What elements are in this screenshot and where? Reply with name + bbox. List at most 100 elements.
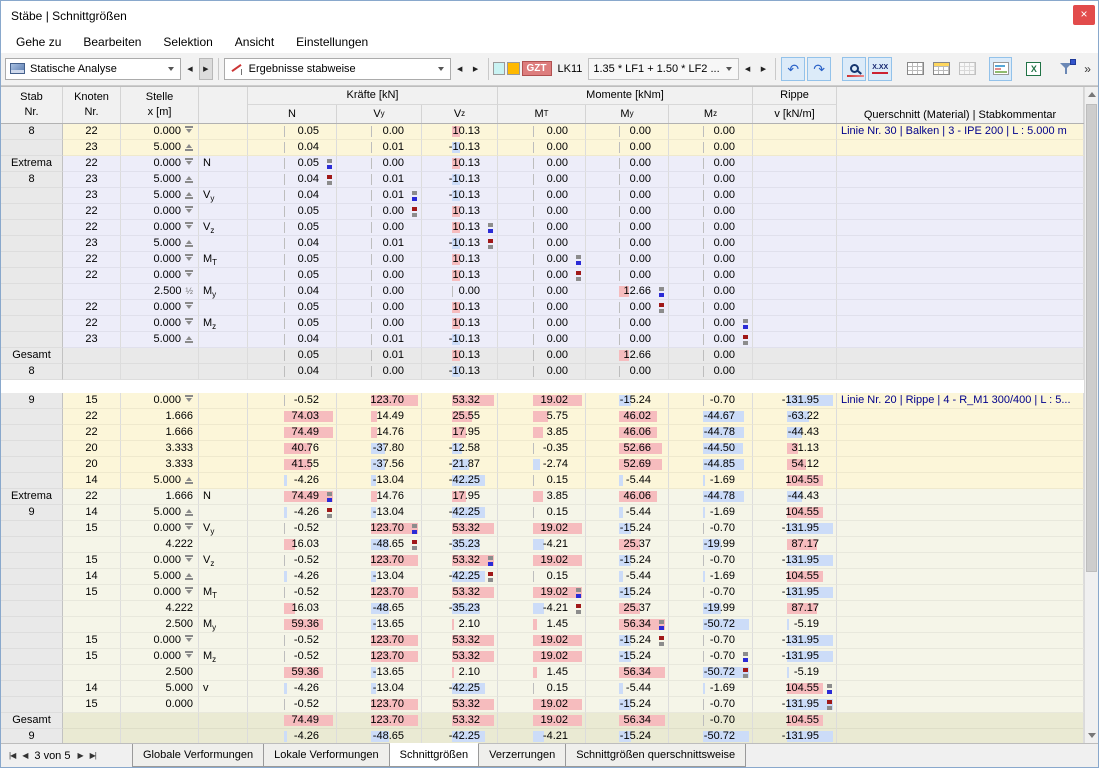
- table-row[interactable]: 22 1.666 74.49 14.76 17.95 3.85 46.06 -44.78 -44…: [1, 424, 1084, 441]
- x-start-mark: [185, 522, 193, 532]
- value-cell: 0.00: [498, 187, 586, 204]
- last-table-button[interactable]: ▶|: [90, 751, 97, 760]
- menu-einstellungen[interactable]: Einstellungen: [285, 33, 379, 51]
- jump-forward-button[interactable]: ↷: [807, 56, 832, 81]
- table-row[interactable]: 14 5.000 v -4.26 -13.04 -42.25 0.15 -5.44 -1.69 1…: [1, 680, 1084, 697]
- knoten-cell: 22: [63, 315, 121, 332]
- vertical-scrollbar[interactable]: [1084, 86, 1098, 743]
- table-row[interactable]: 22 0.000 0.05 0.00 10.13 0.00 0.00 0.00: [1, 299, 1084, 316]
- table-row[interactable]: 15 0.000 Mz -0.52 123.70 53.32 19.02 -15.24 -0.7…: [1, 648, 1084, 665]
- table-row[interactable]: 4.222 16.03 -48.65 -35.23 -4.21 25.37 -19.99 87…: [1, 536, 1084, 553]
- menu-selektion[interactable]: Selektion: [152, 33, 223, 51]
- jump-back-button[interactable]: ↶: [781, 56, 806, 81]
- results-next-button[interactable]: ▶: [468, 57, 483, 80]
- value-cell: -35.23: [422, 600, 498, 617]
- stelle-cell: 5.000: [121, 187, 199, 204]
- result-diagram-button[interactable]: [842, 56, 867, 81]
- table-row[interactable]: 23 5.000 0.04 0.01 -10.13 0.00 0.00 0.00: [1, 331, 1084, 348]
- table-row[interactable]: 20 3.333 41.55 -37.56 -21.87 -2.74 52.69 -44.85…: [1, 456, 1084, 473]
- table-row[interactable]: 23 5.000 Vy 0.04 0.01 -10.13 0.00 0.00 0.00: [1, 187, 1084, 204]
- table-view-button[interactable]: [903, 57, 927, 81]
- table-row[interactable]: 23 5.000 0.04 0.01 -10.13 0.00 0.00 0.00: [1, 139, 1084, 156]
- comment-cell: [837, 616, 1084, 633]
- table-row[interactable]: 8 0.04 0.00 -10.13 0.00 0.00 0.00: [1, 363, 1084, 380]
- table-row[interactable]: 22 0.000 Mz 0.05 0.00 10.13 0.00 0.00 0.00: [1, 315, 1084, 332]
- table-filter-button[interactable]: [929, 57, 953, 81]
- table-row[interactable]: 15 0.000 -0.52 123.70 53.32 19.02 -15.24 -0.70-…: [1, 696, 1084, 713]
- table-row[interactable]: 15 0.000 Vy -0.52 123.70 53.32 19.02 -15.24 -0.7…: [1, 520, 1084, 537]
- table-row[interactable]: 14 5.000 -4.26 -13.04 -42.25 0.15 -5.44 -1.69 10…: [1, 472, 1084, 489]
- table-row[interactable]: 2.500 My 59.36 -13.65 2.10 1.45 56.34 -50.72 -5.…: [1, 616, 1084, 633]
- extreme-type-cell: N: [199, 488, 248, 505]
- load-next-button[interactable]: ▶: [756, 57, 771, 80]
- table-row[interactable]: 22 0.000 0.05 0.00 10.13 0.00 0.00 0.00: [1, 203, 1084, 220]
- value-cell: 0.00: [669, 363, 753, 380]
- value-cell: 10.13: [422, 299, 498, 316]
- tab-lokale-verformungen[interactable]: Lokale Verformungen: [263, 744, 390, 767]
- prev-table-button[interactable]: ◀: [22, 751, 28, 760]
- table-row[interactable]: 2.500 59.36 -13.65 2.10 1.45 56.34 -50.72 -5.19: [1, 664, 1084, 681]
- row-group-cell: [1, 235, 63, 252]
- stelle-cell: 0.000: [121, 203, 199, 220]
- value-cell: -44.67: [669, 408, 753, 425]
- filter-button[interactable]: [1055, 57, 1079, 81]
- tab-verzerrungen[interactable]: Verzerrungen: [478, 744, 567, 767]
- min-marker: [488, 238, 493, 249]
- table-row[interactable]: 22 1.666 74.03 14.49 25.55 5.75 46.02 -44.67 -63…: [1, 408, 1084, 425]
- table-row[interactable]: 15 0.000 -0.52 123.70 53.32 19.02 -15.24 -0.70-…: [1, 632, 1084, 649]
- table-row[interactable]: 4.222 16.03 -48.65 -35.23 -4.21 25.37 -19.99 87…: [1, 600, 1084, 617]
- next-table-button[interactable]: ▶: [77, 751, 83, 760]
- row-group-cell: [1, 139, 63, 156]
- table-row[interactable]: Gesamt 0.05 0.01 10.13 0.00 12.66 0.00: [1, 347, 1084, 364]
- col-header-stelle: Stelle x [m]: [121, 86, 199, 123]
- value-cell: 0.01: [337, 171, 422, 188]
- table-row[interactable]: 14 5.000 -4.26 -13.04 -42.25 0.15 -5.44 -1.69 10…: [1, 568, 1084, 585]
- tab-schnittgrößen-querschnittsweise[interactable]: Schnittgrößen querschnittsweise: [565, 744, 747, 767]
- close-button[interactable]: ×: [1073, 5, 1095, 25]
- table-row[interactable]: 9 15 0.000 -0.52 123.70 53.32 19.02 -15.24 -0.70…: [1, 392, 1084, 409]
- analysis-prev-button[interactable]: ◀: [183, 57, 197, 80]
- table-row[interactable]: 2.500 ½ My 0.04 0.00 0.00 0.00 12.66 0.00: [1, 283, 1084, 300]
- menu-ansicht[interactable]: Ansicht: [224, 33, 285, 51]
- table-row[interactable]: Extrema 22 0.000 N 0.05 0.00 10.13 0.00 0.00 0.00: [1, 155, 1084, 172]
- table-row[interactable]: 9 -4.26 -48.65 -42.25 -4.21 -15.24 -50.72 -131.…: [1, 728, 1084, 743]
- table-row[interactable]: 15 0.000 Vz -0.52 123.70 53.32 19.02 -15.24 -0.7…: [1, 552, 1084, 569]
- table-row[interactable]: 23 5.000 0.04 0.01 -10.13 0.00 0.00 0.00: [1, 235, 1084, 252]
- load-prev-button[interactable]: ◀: [740, 57, 755, 80]
- load-combination-combo[interactable]: 1.35 * LF1 + 1.50 * LF2 ...: [588, 57, 739, 80]
- table-row[interactable]: 9 14 5.000 -4.26 -13.04 -42.25 0.15 -5.44 -1.69 1…: [1, 504, 1084, 521]
- analysis-next-button[interactable]: ▶: [198, 57, 213, 80]
- table-row[interactable]: 20 3.333 40.76 -37.80 -12.58 -0.35 52.66 -44.50…: [1, 440, 1084, 457]
- table-row[interactable]: 22 0.000 MT 0.05 0.00 10.13 0.00 0.00 0.00: [1, 251, 1084, 268]
- table-row[interactable]: Extrema 22 1.666 N 74.49 14.76 17.95 3.85 46.06-…: [1, 488, 1084, 505]
- scrollbar-thumb[interactable]: [1086, 103, 1097, 572]
- value-cell: 17.95: [422, 488, 498, 505]
- excel-export-button[interactable]: [1022, 57, 1046, 81]
- show-values-button[interactable]: X.XX: [868, 56, 893, 81]
- menu-gehe-zu[interactable]: Gehe zu: [5, 33, 72, 51]
- table-row[interactable]: 8 22 0.000 0.05 0.00 10.13 0.00 0.00 0.00 Linie N…: [1, 123, 1084, 140]
- row-group-cell: [1, 648, 63, 665]
- table-row[interactable]: 22 0.000 Vz 0.05 0.00 10.13 0.00 0.00 0.00: [1, 219, 1084, 236]
- color-bars-button[interactable]: [988, 56, 1013, 81]
- table-row[interactable]: Gesamt 74.49 123.70 53.32 19.02 56.34 -0.70 104…: [1, 712, 1084, 729]
- tab-schnittgrößen[interactable]: Schnittgrößen: [388, 743, 480, 767]
- results-prev-button[interactable]: ◀: [452, 57, 467, 80]
- results-combo[interactable]: Ergebnisse stabweise: [223, 57, 451, 80]
- analysis-combo[interactable]: Statische Analyse: [5, 57, 182, 80]
- first-table-button[interactable]: |◀: [9, 751, 16, 760]
- toolbar-overflow-button[interactable]: »: [1081, 62, 1094, 76]
- tab-globale-verformungen[interactable]: Globale Verformungen: [132, 744, 265, 767]
- menu-bearbeiten[interactable]: Bearbeiten: [72, 33, 152, 51]
- value-cell: 0.00: [586, 267, 669, 284]
- scroll-up-button[interactable]: [1085, 87, 1098, 103]
- table-row[interactable]: 15 0.000 MT -0.52 123.70 53.32 19.02 -15.24 -0.7…: [1, 584, 1084, 601]
- value-cell: 0.00: [669, 331, 753, 348]
- scroll-down-button[interactable]: [1085, 727, 1098, 743]
- value-cell: 0.00: [586, 251, 669, 268]
- table-row[interactable]: 8 23 5.000 0.04 0.01 -10.13 0.00 0.00 0.00: [1, 171, 1084, 188]
- value-cell: -1.69: [669, 472, 753, 489]
- comment-cell: [837, 600, 1084, 617]
- extreme-type-cell: v: [199, 680, 248, 697]
- table-row[interactable]: 22 0.000 0.05 0.00 10.13 0.00 0.00 0.00: [1, 267, 1084, 284]
